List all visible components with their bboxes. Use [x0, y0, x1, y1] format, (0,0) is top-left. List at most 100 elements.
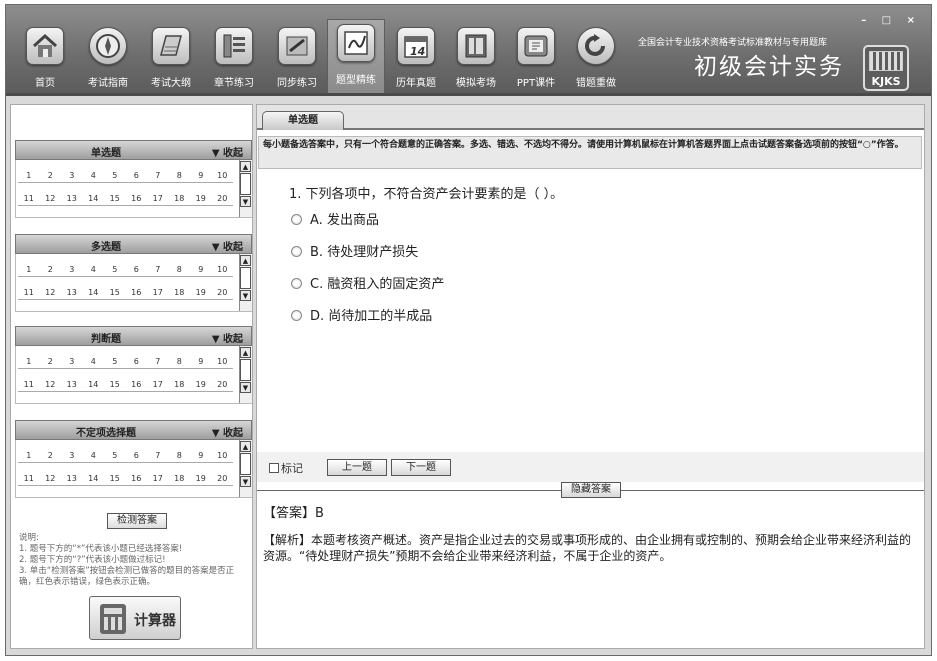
question-number-cell[interactable]: 30: [212, 403, 234, 404]
question-number-cell[interactable]: 9: [190, 357, 212, 369]
toolbar-mock-exam-button[interactable]: 模拟考场: [447, 23, 505, 93]
question-number-cell[interactable]: 30: [212, 311, 234, 312]
question-number-cell[interactable]: 12: [39, 474, 61, 486]
question-number-cell[interactable]: 7: [147, 451, 169, 463]
question-number-cell[interactable]: 4: [82, 265, 104, 277]
toolbar-guide-button[interactable]: 考试指南: [79, 23, 137, 93]
question-number-cell[interactable]: 11: [18, 288, 40, 300]
question-number-cell[interactable]: 4: [82, 171, 104, 183]
question-number-cell[interactable]: 29: [190, 403, 212, 404]
question-number-cell[interactable]: 21: [18, 497, 40, 498]
question-number-cell[interactable]: 8: [168, 171, 190, 183]
question-number-cell[interactable]: 19: [190, 194, 212, 206]
check-answers-button[interactable]: 检测答案: [107, 513, 167, 529]
option-b[interactable]: B. 待处理财产损失: [291, 241, 418, 260]
question-number-cell[interactable]: 29: [190, 217, 212, 218]
scroll-up-arrow-icon[interactable]: ▲: [240, 161, 251, 172]
question-number-cell[interactable]: 10: [211, 171, 233, 183]
question-number-cell[interactable]: 25: [104, 217, 126, 218]
question-number-cell[interactable]: 8: [168, 265, 190, 277]
question-number-cell[interactable]: 6: [125, 357, 147, 369]
option-d[interactable]: D. 尚待加工的半成品: [291, 305, 432, 324]
question-number-cell[interactable]: 10: [211, 451, 233, 463]
question-number-cell[interactable]: 19: [190, 380, 212, 392]
question-number-cell[interactable]: 30: [212, 497, 234, 498]
question-number-cell[interactable]: 29: [190, 311, 212, 312]
question-number-cell[interactable]: 1: [18, 451, 40, 463]
question-number-cell[interactable]: 7: [147, 171, 169, 183]
collapse-button[interactable]: ▼ 收起: [212, 330, 243, 345]
scroll-thumb[interactable]: [240, 173, 251, 195]
radio-icon[interactable]: [291, 278, 302, 289]
question-number-cell[interactable]: 23: [61, 217, 83, 218]
question-number-cell[interactable]: 18: [168, 194, 190, 206]
question-number-cell[interactable]: 21: [18, 311, 40, 312]
question-number-cell[interactable]: 17: [147, 194, 169, 206]
question-number-cell[interactable]: 10: [211, 357, 233, 369]
question-number-cell[interactable]: 15: [104, 288, 126, 300]
question-number-cell[interactable]: 27: [147, 217, 169, 218]
question-number-cell[interactable]: 3: [61, 357, 83, 369]
scroll-down-arrow-icon[interactable]: ▼: [240, 290, 251, 301]
question-number-cell[interactable]: 25: [104, 403, 126, 404]
collapse-button[interactable]: ▼ 收起: [212, 144, 243, 159]
next-question-button[interactable]: 下一题: [391, 459, 451, 476]
question-number-cell[interactable]: 28: [169, 497, 191, 498]
toolbar-home-button[interactable]: 首页: [16, 23, 74, 93]
question-number-cell[interactable]: 14: [82, 288, 104, 300]
question-number-cell[interactable]: 6: [125, 451, 147, 463]
question-number-cell[interactable]: 16: [125, 288, 147, 300]
question-number-cell[interactable]: 30: [212, 217, 234, 218]
question-number-cell[interactable]: 5: [104, 265, 126, 277]
scrollbar[interactable]: ▲ ▼: [239, 440, 252, 497]
question-number-cell[interactable]: 6: [125, 265, 147, 277]
question-number-cell[interactable]: 6: [125, 171, 147, 183]
question-number-cell[interactable]: 22: [40, 311, 62, 312]
question-number-cell[interactable]: 8: [168, 451, 190, 463]
hide-answer-button[interactable]: 隐藏答案: [561, 482, 621, 498]
question-number-cell[interactable]: 27: [147, 311, 169, 312]
toolbar-practice-button[interactable]: 题型精练: [327, 19, 385, 94]
question-number-cell[interactable]: 17: [147, 380, 169, 392]
toolbar-sync-button[interactable]: 同步练习: [268, 23, 326, 93]
question-number-cell[interactable]: 17: [147, 474, 169, 486]
question-number-cell[interactable]: 24: [83, 403, 105, 404]
question-number-cell[interactable]: 16: [125, 194, 147, 206]
scroll-down-arrow-icon[interactable]: ▼: [240, 196, 251, 207]
scrollbar[interactable]: ▲ ▼: [239, 346, 252, 403]
scroll-thumb[interactable]: [240, 267, 251, 289]
question-number-cell[interactable]: 15: [104, 380, 126, 392]
question-number-cell[interactable]: 14: [82, 380, 104, 392]
question-number-cell[interactable]: 2: [39, 171, 61, 183]
question-number-cell[interactable]: 22: [40, 217, 62, 218]
option-c[interactable]: C. 融资租入的固定资产: [291, 273, 444, 292]
question-number-cell[interactable]: 4: [82, 451, 104, 463]
question-number-cell[interactable]: 26: [126, 497, 148, 498]
question-number-cell[interactable]: 13: [61, 380, 83, 392]
question-number-cell[interactable]: 13: [61, 194, 83, 206]
question-number-cell[interactable]: 10: [211, 265, 233, 277]
question-number-cell[interactable]: 20: [211, 474, 233, 486]
question-number-cell[interactable]: 12: [39, 194, 61, 206]
question-number-cell[interactable]: 21: [18, 217, 40, 218]
calculator-button[interactable]: 计算器: [89, 596, 181, 640]
question-number-cell[interactable]: 5: [104, 171, 126, 183]
mark-checkbox[interactable]: 标记: [269, 460, 303, 476]
toolbar-ppt-button[interactable]: PPT课件: [507, 23, 565, 93]
question-number-cell[interactable]: 12: [39, 288, 61, 300]
question-number-cell[interactable]: 26: [126, 311, 148, 312]
tab-single-choice[interactable]: 单选题: [262, 111, 344, 130]
question-number-cell[interactable]: 24: [83, 217, 105, 218]
scroll-down-arrow-icon[interactable]: ▼: [240, 382, 251, 393]
question-number-cell[interactable]: 24: [83, 311, 105, 312]
question-number-cell[interactable]: 28: [169, 311, 191, 312]
option-a[interactable]: A. 发出商品: [291, 209, 379, 228]
scroll-thumb[interactable]: [240, 359, 251, 381]
toolbar-past-exams-button[interactable]: 14 历年真题: [387, 23, 445, 93]
question-number-cell[interactable]: 18: [168, 474, 190, 486]
question-number-cell[interactable]: 29: [190, 497, 212, 498]
question-number-cell[interactable]: 7: [147, 357, 169, 369]
question-number-cell[interactable]: 9: [190, 265, 212, 277]
question-number-cell[interactable]: 11: [18, 194, 40, 206]
question-number-cell[interactable]: 23: [61, 497, 83, 498]
